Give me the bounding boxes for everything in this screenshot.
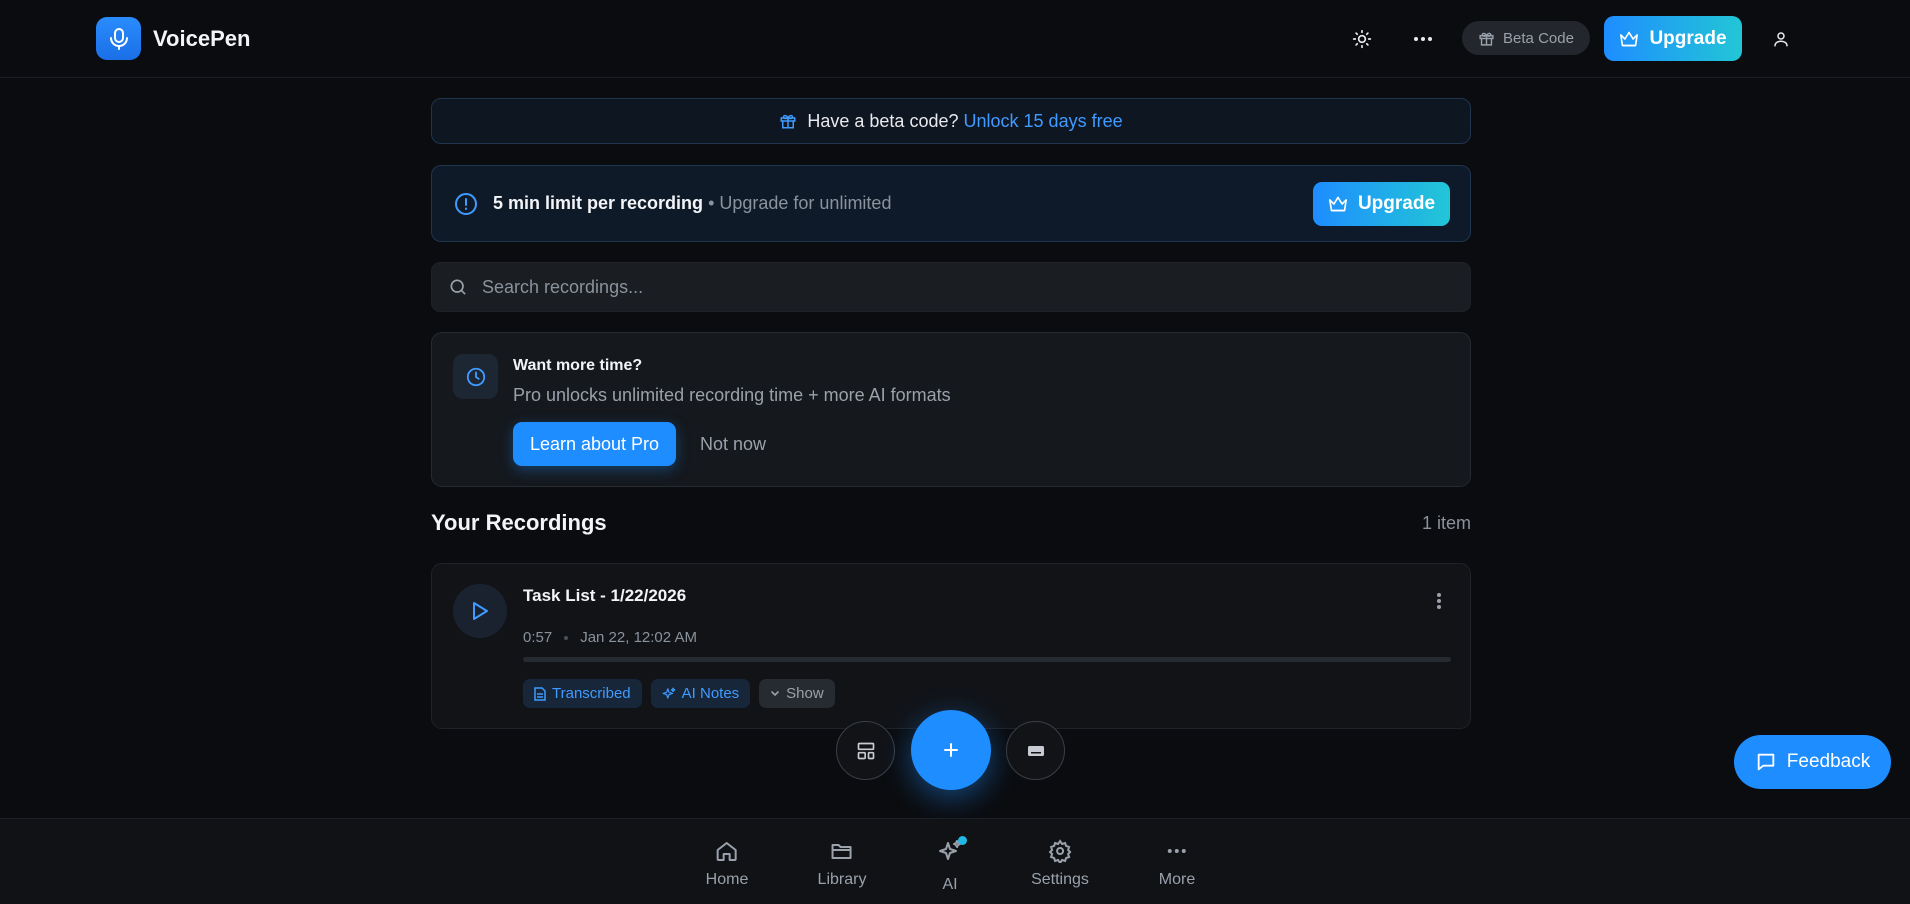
show-label: Show (786, 685, 824, 702)
clock-icon (453, 354, 498, 399)
transcribed-chip[interactable]: Transcribed (523, 679, 642, 708)
recording-duration: 0:57 (523, 629, 553, 646)
crown-icon (1620, 31, 1639, 46)
upgrade-button[interactable]: Upgrade (1604, 16, 1742, 61)
limit-title: 5 min limit per recording (493, 193, 704, 213)
pro-promo-card: Want more time? Pro unlocks unlimited re… (431, 332, 1471, 487)
search-bar (431, 262, 1471, 312)
chevron-down-icon (771, 690, 779, 696)
meta-separator (564, 635, 569, 640)
ai-notes-chip[interactable]: AI Notes (650, 679, 751, 708)
app-name: VoicePen (153, 25, 251, 51)
recording-item[interactable]: Task List - 1/22/2026 0:57 Jan 22, 12:02… (431, 563, 1471, 729)
recordings-count: 1 item (1421, 512, 1471, 533)
new-recording-button[interactable] (911, 710, 991, 790)
home-icon (717, 842, 737, 861)
gift-icon (780, 114, 796, 129)
recording-menu-button[interactable] (1436, 592, 1442, 615)
document-icon (534, 686, 546, 701)
beta-banner-text: Have a beta code? (807, 110, 959, 131)
chat-icon (1757, 753, 1775, 771)
show-chip[interactable]: Show (759, 679, 835, 708)
learn-about-pro-button[interactable]: Learn about Pro (513, 422, 676, 466)
feedback-button[interactable]: Feedback (1734, 735, 1891, 789)
upgrade-label: Upgrade (1649, 27, 1727, 49)
promo-title: Want more time? (513, 357, 643, 374)
nav-settings-label: Settings (1031, 871, 1089, 888)
promo-description: Pro unlocks unlimited recording time + m… (513, 385, 951, 405)
templates-button[interactable] (836, 721, 895, 780)
nav-library-label: Library (817, 871, 867, 888)
unlock-free-link[interactable]: Unlock 15 days free (964, 111, 1123, 131)
keyboard-button[interactable] (1006, 721, 1065, 780)
transcribed-label: Transcribed (552, 685, 631, 702)
kebab-icon (1437, 593, 1441, 609)
search-input[interactable] (482, 276, 1382, 298)
recording-meta: 0:57 Jan 22, 12:02 AM (523, 629, 697, 646)
nav-more-label: More (1158, 871, 1196, 888)
folder-icon (832, 844, 852, 859)
bottom-navigation: Home Library AI Settings More (0, 818, 1910, 904)
sparkle-icon (662, 687, 676, 699)
account-button[interactable] (1761, 19, 1801, 59)
layout-icon (857, 742, 874, 759)
beta-code-button[interactable]: Beta Code (1462, 21, 1590, 55)
nav-ai-label: AI (942, 876, 958, 893)
info-icon (455, 192, 477, 215)
upgrade-inline-label: Upgrade (1357, 193, 1436, 214)
beta-code-banner: Have a beta code? Unlock 15 days free (431, 98, 1471, 144)
microphone-icon (96, 17, 141, 60)
gift-icon (1479, 32, 1494, 46)
recordings-heading: Your Recordings (431, 510, 607, 535)
search-icon (450, 279, 466, 295)
not-now-button[interactable]: Not now (700, 422, 766, 466)
nav-home[interactable]: Home (705, 839, 749, 889)
feedback-label: Feedback (1786, 751, 1871, 772)
nav-more[interactable]: More (1159, 839, 1195, 889)
playback-progress-bar[interactable] (523, 657, 1451, 662)
play-icon (473, 602, 488, 620)
user-icon (1774, 32, 1788, 47)
recording-title: Task List - 1/22/2026 (523, 586, 687, 605)
notification-dot (958, 836, 967, 845)
crown-icon (1328, 196, 1347, 212)
keyboard-icon (1027, 745, 1044, 756)
recording-limit-notice: 5 min limit per recording • Upgrade for … (431, 165, 1471, 242)
plus-icon (944, 743, 958, 757)
ellipsis-icon (1414, 37, 1432, 41)
nav-settings[interactable]: Settings (1031, 839, 1089, 889)
recording-date: Jan 22, 12:02 AM (580, 629, 697, 646)
limit-subtitle: • Upgrade for unlimited (708, 193, 892, 213)
more-options-button[interactable] (1403, 19, 1443, 59)
gear-icon (1048, 839, 1072, 863)
nav-library[interactable]: Library (817, 839, 867, 889)
nav-ai[interactable]: AI (938, 836, 967, 894)
ai-notes-label: AI Notes (681, 685, 740, 702)
upgrade-inline-button[interactable]: Upgrade (1313, 182, 1450, 226)
sun-icon (1352, 29, 1372, 49)
app-logo[interactable]: VoicePen (96, 17, 250, 60)
recordings-header: Your Recordings 1 item (431, 510, 1471, 536)
nav-home-label: Home (705, 871, 749, 888)
ellipsis-icon (1167, 849, 1186, 853)
beta-code-label: Beta Code (1503, 29, 1574, 47)
theme-toggle-button[interactable] (1342, 19, 1382, 59)
play-button[interactable] (453, 584, 507, 638)
top-bar: VoicePen Beta Code Upgrade (0, 0, 1910, 78)
recording-chips: Transcribed AI Notes Show (523, 679, 835, 708)
